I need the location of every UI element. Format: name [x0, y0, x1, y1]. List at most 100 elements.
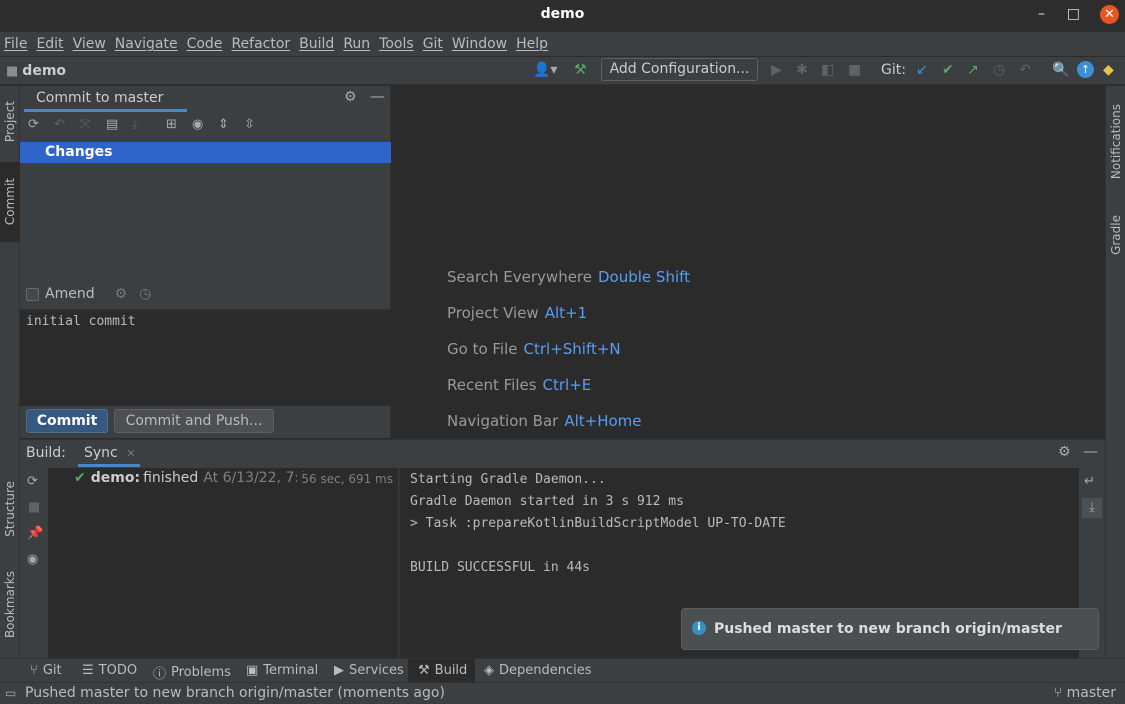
sync-icon[interactable]: ⟳ [27, 474, 38, 489]
add-configuration-button[interactable]: Add Configuration... [601, 58, 758, 81]
commit-panel-title[interactable]: Commit to master [36, 90, 163, 106]
git-label: Git: [881, 62, 906, 78]
stop-icon[interactable]: ■ [28, 500, 40, 515]
title-bar: demo – □ ✕ [0, 0, 1125, 30]
editor-empty-area: Search Everywhere Double Shift Project Vi… [391, 86, 1105, 438]
group-by-icon[interactable]: ⊞ [166, 117, 177, 132]
project-name: demo [22, 63, 67, 79]
tab-problems[interactable]: ⓘ Problems [153, 663, 231, 682]
tab-todo[interactable]: ☰ TODO [82, 663, 137, 678]
eye-icon[interactable]: ◉ [27, 552, 38, 567]
minimize-panel-icon[interactable]: — [1083, 442, 1098, 460]
debug-icon[interactable]: ✱ [796, 62, 808, 78]
search-icon[interactable]: 🔍 [1052, 62, 1069, 78]
menu-file[interactable]: File [4, 36, 27, 52]
history-icon[interactable]: ◷ [139, 286, 151, 302]
terminal-icon: ▣ [246, 663, 259, 678]
soft-wrap-icon[interactable]: ↵ [1084, 474, 1095, 489]
notifications-tool-tab[interactable]: Notifications [1106, 94, 1125, 189]
build-item-duration: 56 sec, 691 ms [297, 472, 393, 486]
services-icon: ▶ [334, 663, 344, 678]
maximize-button[interactable]: □ [1067, 6, 1080, 22]
coverage-icon[interactable]: ◧ [821, 62, 834, 78]
menu-run[interactable]: Run [343, 36, 370, 52]
build-item-status: finished [143, 470, 199, 486]
menu-code[interactable]: Code [187, 36, 223, 52]
notification-balloon[interactable]: i Pushed master to new branch origin/mas… [681, 608, 1099, 650]
minimize-button[interactable]: – [1038, 6, 1045, 22]
success-check-icon: ✔ [74, 470, 86, 486]
build-tree: ✔ demo: finished At 6/13/22, 7:0 56 sec,… [48, 468, 398, 659]
tab-dependencies[interactable]: ◈ Dependencies [484, 663, 592, 678]
git-update-icon[interactable]: ↙ [916, 62, 928, 78]
commit-message-text: initial commit [26, 314, 136, 329]
shelve-icon[interactable]: ⤓ [132, 117, 138, 132]
git-branch-widget[interactable]: ⑂ master [1054, 685, 1116, 701]
commit-and-push-button[interactable]: Commit and Push... [114, 409, 274, 433]
move-changes-icon[interactable]: ⤧ [80, 117, 90, 132]
commit-tool-tab[interactable]: Commit [0, 162, 20, 242]
update-icon[interactable]: ↑ [1077, 61, 1094, 78]
amend-row: Amend ⚙ ◷ [26, 286, 151, 302]
stop-icon[interactable]: ■ [848, 62, 861, 78]
collapse-all-icon[interactable]: ⇳ [244, 117, 255, 132]
pin-icon[interactable]: 📌 [27, 526, 43, 541]
ide-logo-icon[interactable]: ◆ [1103, 62, 1114, 78]
run-icon[interactable]: ▶ [771, 62, 782, 78]
folder-icon: ■ [6, 63, 19, 79]
commit-message-field[interactable]: initial commit [20, 309, 391, 406]
scroll-to-end-icon[interactable]: ⤓ [1082, 498, 1102, 518]
tab-terminal[interactable]: ▣ Terminal [246, 663, 318, 678]
git-commit-icon[interactable]: ✔ [942, 62, 954, 78]
menu-build[interactable]: Build [299, 36, 334, 52]
gear-icon[interactable]: ⚙ [344, 89, 357, 105]
expand-all-icon[interactable]: ⇕ [218, 117, 229, 132]
menu-view[interactable]: View [73, 36, 106, 52]
user-icon[interactable]: 👤▾ [533, 62, 557, 78]
diff-icon[interactable]: ▤ [106, 117, 118, 132]
console-line: BUILD SUCCESSFUL in 44s [410, 560, 591, 575]
build-side-toolbar: ⟳ ■ 📌 ◉ [20, 468, 48, 659]
history-icon[interactable]: ◷ [993, 62, 1005, 78]
status-message[interactable]: Pushed master to new branch origin/maste… [25, 685, 445, 701]
menu-navigate[interactable]: Navigate [115, 36, 178, 52]
menu-refactor[interactable]: Refactor [231, 36, 290, 52]
close-tab-icon[interactable]: ✕ [126, 447, 135, 460]
menu-tools[interactable]: Tools [379, 36, 414, 52]
tab-terminal-label: Terminal [263, 663, 319, 678]
notifications-tab-label: Notifications [1109, 103, 1123, 180]
menu-window[interactable]: Window [452, 36, 507, 52]
refresh-icon[interactable]: ⟳ [28, 117, 39, 132]
rollback-icon[interactable]: ↶ [1019, 62, 1031, 78]
close-button[interactable]: ✕ [1100, 5, 1119, 24]
git-push-icon[interactable]: ↗ [967, 62, 979, 78]
rollback-icon[interactable]: ↶ [54, 117, 65, 132]
toggle-tool-windows-icon[interactable]: ▭ [5, 686, 16, 700]
gradle-tool-tab[interactable]: Gradle [1106, 206, 1125, 264]
build-item-time: At 6/13/22, 7:0 [203, 470, 308, 486]
tab-git[interactable]: ⑂ Git [30, 663, 62, 678]
commit-panel: Commit to master ⚙ — ⟳ ↶ ⤧ ▤ ⤓ ⊞ ◉ ⇕ ⇳ C… [20, 86, 391, 438]
settings-icon[interactable]: ⚙ [115, 286, 128, 302]
amend-checkbox[interactable] [26, 287, 39, 301]
eye-icon[interactable]: ◉ [192, 117, 203, 132]
menu-help[interactable]: Help [516, 36, 548, 52]
minimize-panel-icon[interactable]: — [370, 87, 385, 105]
menu-edit[interactable]: Edit [36, 36, 63, 52]
hint-label: Search Everywhere [447, 268, 592, 286]
tab-sync[interactable]: Sync ✕ [78, 440, 140, 467]
status-bar: ▭ Pushed master to new branch origin/mas… [0, 682, 1125, 704]
build-tree-item[interactable]: ✔ demo: finished At 6/13/22, 7:0 [74, 470, 308, 486]
gear-icon[interactable]: ⚙ [1058, 444, 1071, 460]
tab-build[interactable]: ⚒ Build [418, 663, 467, 678]
commit-button[interactable]: Commit [26, 409, 108, 433]
project-breadcrumb[interactable]: ■ demo [6, 63, 66, 79]
build-hammer-icon[interactable]: ⚒ [574, 62, 587, 78]
tab-services[interactable]: ▶ Services [334, 663, 404, 678]
project-tool-tab[interactable]: Project [0, 90, 20, 154]
bookmarks-tool-tab[interactable]: Bookmarks [0, 564, 20, 646]
hint-recent-files: Recent Files Ctrl+E [447, 376, 591, 394]
structure-tool-tab[interactable]: Structure [0, 472, 20, 546]
changes-list-item[interactable]: Changes [20, 142, 391, 163]
menu-git[interactable]: Git [423, 36, 443, 52]
